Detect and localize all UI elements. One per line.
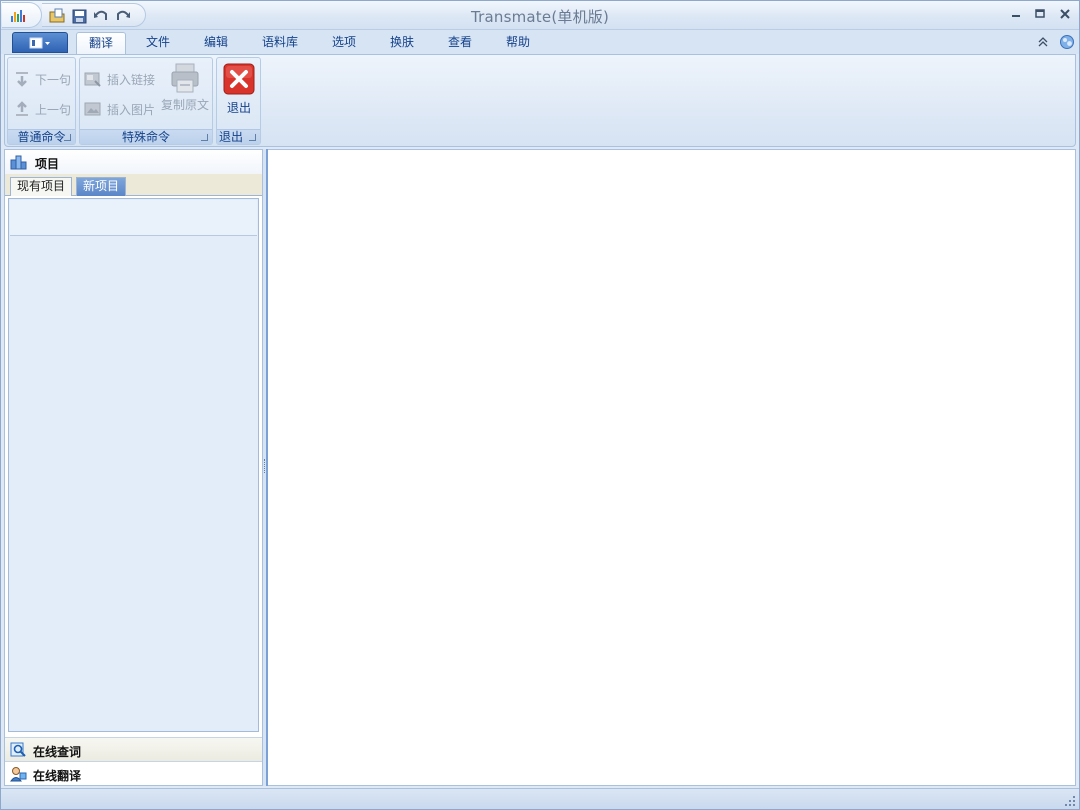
chevron-up-icon	[1038, 37, 1048, 47]
tab-help[interactable]: 帮助	[498, 32, 538, 54]
project-list-header	[10, 200, 257, 236]
copy-source-icon	[171, 63, 199, 93]
collapse-ribbon-button[interactable]	[1036, 35, 1050, 49]
next-sentence-label: 下一句	[35, 72, 72, 87]
insert-image-icon	[84, 102, 101, 116]
project-icon	[10, 155, 27, 170]
prev-sentence-label: 上一句	[35, 102, 72, 117]
ribbon-tab-row: 翻译 文件 编辑 语料库 选项 换肤 查看 帮助	[0, 30, 1080, 54]
online-lookup-label: 在线查词	[33, 745, 82, 759]
splitter-grip-icon	[264, 459, 266, 473]
tab-options[interactable]: 选项	[324, 32, 364, 54]
project-pane-title: 项目	[35, 157, 60, 171]
next-sentence-button[interactable]: 下一句	[14, 68, 71, 90]
copy-source-button[interactable]: 复制原文	[160, 62, 210, 113]
status-bar	[0, 788, 1080, 810]
insert-link-label: 插入链接	[107, 72, 156, 87]
dialog-launcher-icon[interactable]	[64, 134, 71, 141]
ribbon-panel: 下一句 上一句 普通命令 插入链接 插入图片 复制原文 特殊命令 退出 退出	[4, 54, 1076, 147]
title-bar: Transmate(单机版)	[0, 0, 1080, 30]
insert-link-button[interactable]: 插入链接	[84, 68, 155, 90]
dialog-launcher-icon[interactable]	[201, 134, 208, 141]
arrow-up-icon	[16, 101, 28, 116]
close-icon	[1060, 9, 1070, 19]
online-translate-icon	[10, 767, 27, 782]
tab-corpus[interactable]: 语料库	[255, 32, 305, 54]
online-translate-label: 在线翻译	[33, 769, 82, 783]
tab-translate[interactable]: 翻译	[76, 32, 126, 54]
insert-link-icon	[84, 72, 101, 87]
help-icon	[1060, 35, 1074, 49]
online-lookup-icon	[10, 742, 26, 757]
exit-icon	[223, 63, 255, 95]
exit-label: 退出	[226, 101, 251, 115]
tab-file[interactable]: 文件	[138, 32, 178, 54]
nav-online-translate[interactable]: 在线翻译	[5, 761, 262, 785]
minimize-icon	[1012, 15, 1020, 17]
tab-skin[interactable]: 换肤	[382, 32, 422, 54]
dialog-launcher-icon[interactable]	[249, 134, 256, 141]
insert-image-button[interactable]: 插入图片	[84, 98, 155, 120]
project-tabs: 现有项目 新项目	[5, 174, 262, 196]
window-title: Transmate(单机版)	[470, 8, 610, 26]
project-list[interactable]	[8, 198, 259, 732]
group-special: 插入链接 插入图片 复制原文 特殊命令	[79, 57, 213, 145]
group-special-label: 特殊命令	[80, 129, 212, 144]
minimize-button[interactable]	[1008, 6, 1024, 22]
group-exit: 退出 退出	[216, 57, 261, 145]
arrow-down-icon	[16, 72, 28, 87]
tab-new-project[interactable]: 新项目	[76, 177, 127, 196]
tab-edit[interactable]: 编辑	[196, 32, 236, 54]
resize-grip-icon[interactable]	[1064, 795, 1076, 807]
group-general: 下一句 上一句 普通命令	[7, 57, 76, 145]
tab-existing-projects[interactable]: 现有项目	[10, 177, 73, 196]
project-pane: 项目 现有项目 新项目 在线查词 在线翻译	[4, 149, 263, 786]
close-button[interactable]	[1057, 6, 1073, 22]
app-menu-icon	[29, 37, 50, 48]
project-pane-header: 项目	[5, 150, 262, 174]
tab-view[interactable]: 查看	[440, 32, 480, 54]
maximize-button[interactable]	[1032, 6, 1048, 22]
main-workspace[interactable]	[268, 149, 1076, 786]
maximize-icon	[1035, 9, 1045, 18]
prev-sentence-button[interactable]: 上一句	[14, 98, 71, 120]
help-button[interactable]	[1058, 35, 1076, 49]
copy-source-label: 复制原文	[160, 98, 209, 112]
nav-online-lookup[interactable]: 在线查词	[5, 737, 262, 761]
application-button[interactable]	[12, 32, 68, 53]
insert-image-label: 插入图片	[107, 102, 156, 117]
exit-button[interactable]: 退出	[219, 63, 259, 116]
